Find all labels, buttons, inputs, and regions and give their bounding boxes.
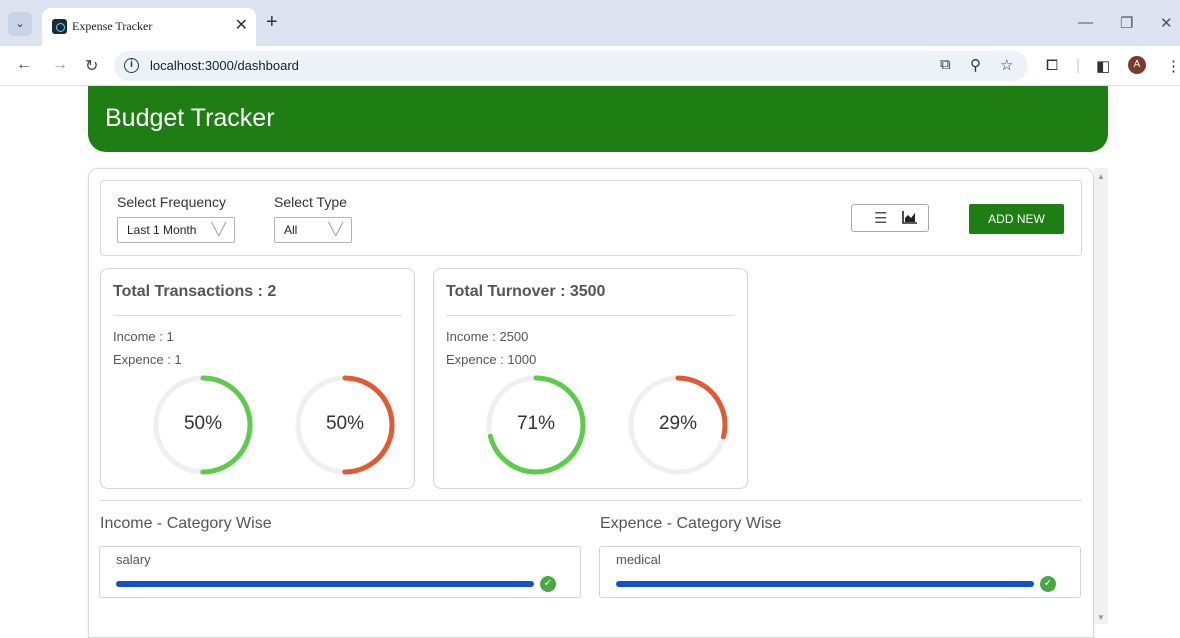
browser-tab-bar: ⌄ Expense Tracker ✕ + — ❐ ✕ (0, 0, 1180, 46)
frequency-label: Select Frequency (117, 194, 226, 210)
address-bar[interactable]: i localhost:3000/dashboard ⧉ ⚲ ☆ (114, 51, 1028, 81)
income-category-item: salary ✓ (99, 546, 581, 598)
minimize-icon[interactable]: — (1078, 14, 1093, 31)
add-new-button[interactable]: ADD NEW (969, 204, 1064, 234)
category-progress-fill (616, 581, 1034, 587)
menu-kebab-icon[interactable]: ⋮ (1166, 57, 1180, 75)
tab-title: Expense Tracker (72, 19, 153, 33)
react-favicon-icon (52, 19, 67, 34)
tab-search-chevron-icon[interactable]: ⌄ (8, 12, 32, 36)
install-app-icon[interactable]: ⧉ (940, 56, 951, 73)
income-category-heading: Income - Category Wise (100, 515, 272, 532)
extensions-icon[interactable]: ⧠ (1046, 57, 1058, 74)
card-title: Total Transactions : 2 (113, 283, 277, 300)
back-icon[interactable]: ← (16, 56, 32, 74)
total-turnover-card: Total Turnover : 3500 Income : 2500 Expe… (433, 268, 748, 489)
expense-percent-label: 50% (325, 413, 365, 434)
category-name: medical (616, 552, 661, 567)
type-value: All (284, 223, 298, 237)
bookmark-star-icon[interactable]: ☆ (1000, 56, 1013, 74)
profile-avatar[interactable]: A (1128, 56, 1146, 74)
card-divider (446, 315, 735, 316)
income-percent-label: 71% (516, 413, 556, 434)
restore-icon[interactable]: ❐ (1120, 14, 1133, 32)
chevron-down-icon: ╲╱ (328, 222, 343, 236)
category-progress-bar (616, 581, 1034, 587)
income-progress-ring: 50% (151, 373, 255, 477)
frequency-select[interactable]: Last 1 Month ╲╱ (117, 217, 235, 243)
scroll-down-icon[interactable]: ▼ (1097, 613, 1105, 622)
expense-progress-ring: 50% (293, 373, 397, 477)
url-text: localhost:3000/dashboard (150, 58, 299, 73)
list-view-icon[interactable]: ☰ (874, 209, 887, 227)
income-count: Income : 1 (113, 329, 174, 344)
toolbar-divider: | (1076, 57, 1080, 74)
expense-percent-label: 29% (658, 413, 698, 434)
app-title: Budget Tracker (105, 104, 275, 132)
chart-view-icon[interactable] (902, 210, 918, 224)
scrollbar[interactable]: ▲ ▼ (1094, 168, 1108, 624)
zoom-icon[interactable]: ⚲ (970, 56, 981, 74)
check-circle-icon: ✓ (540, 576, 556, 592)
income-percent-label: 50% (183, 413, 223, 434)
category-progress-fill (116, 581, 534, 587)
income-progress-ring: 71% (484, 373, 588, 477)
forward-icon[interactable]: → (52, 56, 68, 74)
browser-tab[interactable]: Expense Tracker ✕ (42, 8, 256, 46)
side-panel-icon[interactable]: ◧ (1096, 57, 1110, 75)
view-toggle: ☰ (851, 204, 929, 232)
frequency-value: Last 1 Month (127, 223, 197, 237)
scroll-up-icon[interactable]: ▲ (1097, 172, 1105, 181)
expense-amount: Expence : 1000 (446, 352, 537, 367)
expense-count: Expence : 1 (113, 352, 182, 367)
chevron-down-icon: ╲╱ (211, 222, 226, 236)
section-divider (100, 500, 1082, 501)
category-progress-bar (116, 581, 534, 587)
type-label: Select Type (274, 194, 347, 210)
check-circle-icon: ✓ (1040, 576, 1056, 592)
reload-icon[interactable]: ↻ (85, 56, 98, 76)
browser-toolbar: ← → ↻ i localhost:3000/dashboard ⧉ ⚲ ☆ (0, 46, 1180, 86)
expense-category-item: medical ✓ (599, 546, 1081, 598)
close-tab-icon[interactable]: ✕ (235, 15, 248, 35)
total-transactions-card: Total Transactions : 2 Income : 1 Expenc… (100, 268, 415, 489)
income-amount: Income : 2500 (446, 329, 529, 344)
category-name: salary (116, 552, 151, 567)
expense-category-heading: Expence - Category Wise (600, 515, 782, 532)
site-info-icon[interactable]: i (124, 58, 139, 73)
expense-progress-ring: 29% (626, 373, 730, 477)
new-tab-icon[interactable]: + (266, 12, 278, 32)
card-divider (113, 315, 402, 316)
app-header: Budget Tracker (88, 86, 1108, 152)
filters-bar: Select Frequency Last 1 Month ╲╱ Select … (100, 180, 1082, 256)
window-close-icon[interactable]: ✕ (1160, 14, 1173, 32)
type-select[interactable]: All ╲╱ (274, 217, 352, 243)
card-title: Total Turnover : 3500 (446, 283, 606, 300)
